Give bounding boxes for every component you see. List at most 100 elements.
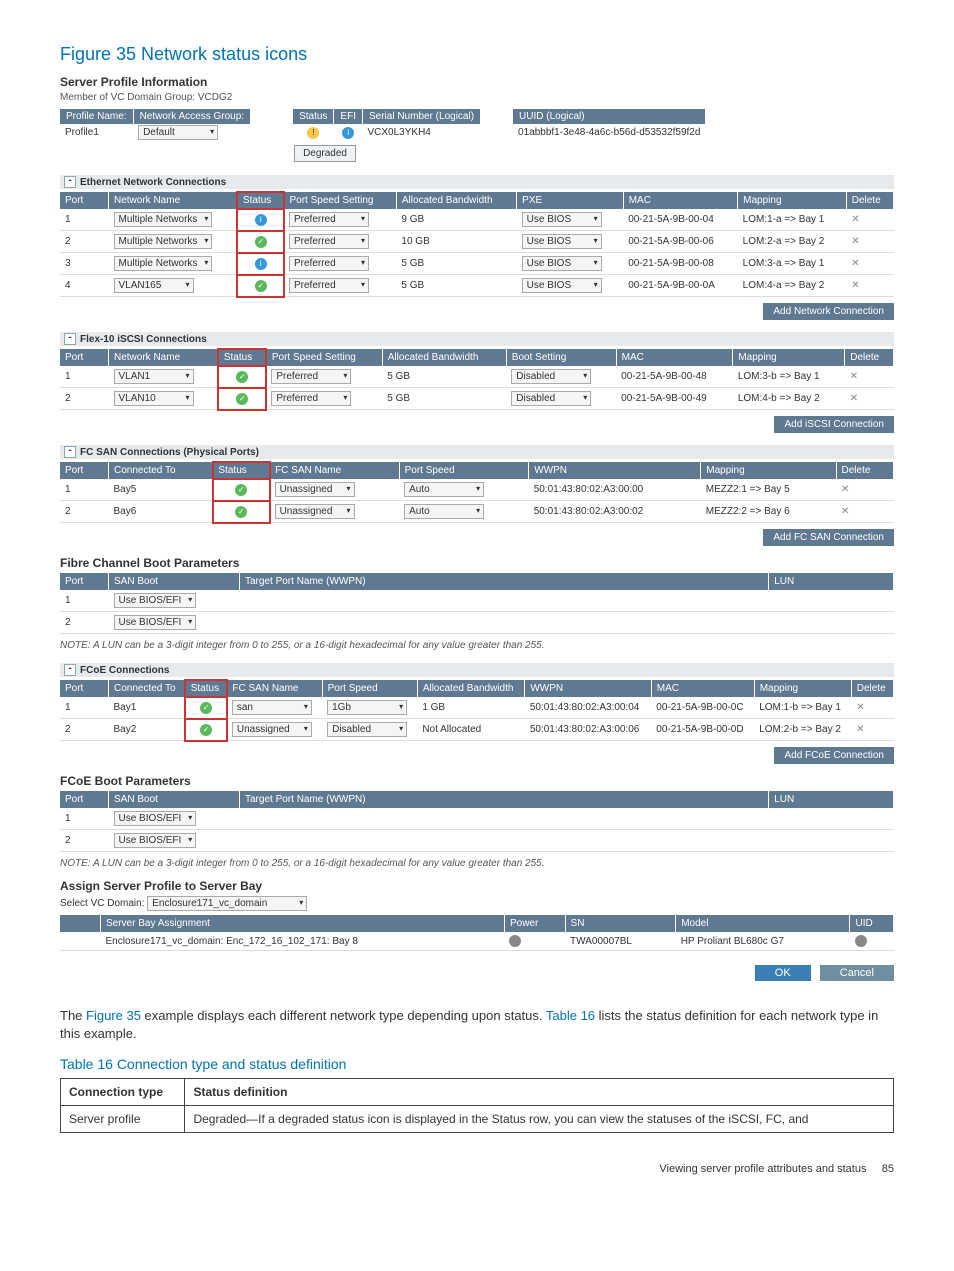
dropdown[interactable]: san (232, 700, 312, 715)
dropdown[interactable]: Multiple Networks (114, 234, 213, 249)
th-port: Port (60, 573, 109, 590)
dropdown[interactable]: Auto (404, 482, 484, 497)
delete-icon[interactable]: ✕ (846, 209, 893, 231)
figure-title: Figure 35 Network status icons (60, 44, 894, 65)
server-profile-info-heading: Server Profile Information (60, 75, 894, 89)
dropdown[interactable]: Preferred (289, 234, 369, 249)
th-port: Port (60, 791, 109, 808)
vc-domain-dropdown[interactable]: Enclosure171_vc_domain (147, 896, 307, 911)
dropdown[interactable]: VLAN1 (114, 369, 194, 384)
th-san: FC SAN Name (270, 462, 400, 479)
dropdown[interactable]: Preferred (271, 369, 351, 384)
dropdown[interactable]: Disabled (511, 369, 591, 384)
dropdown[interactable]: Disabled (511, 391, 591, 406)
add-fcsan-button[interactable]: Add FC SAN Connection (763, 529, 894, 546)
status-icon: ✓ (236, 393, 248, 405)
add-fcoe-button[interactable]: Add FCoE Connection (774, 747, 894, 764)
status-icon: ✓ (235, 484, 247, 496)
delete-icon[interactable]: ✕ (846, 253, 893, 275)
td-server-profile: Server profile (61, 1106, 185, 1133)
page-number: 85 (882, 1163, 894, 1175)
nag-dropdown[interactable]: Default (138, 125, 218, 140)
table-16: Connection type Status definition Server… (60, 1078, 894, 1133)
link-figure-35[interactable]: Figure 35 (86, 1008, 141, 1023)
dropdown[interactable]: Use BIOS (522, 278, 602, 293)
delete-icon[interactable]: ✕ (846, 231, 893, 253)
serial-value: VCX0L3YKH4 (362, 124, 480, 141)
add-network-button[interactable]: Add Network Connection (763, 303, 894, 320)
fcoeboot-heading: FCoE Boot Parameters (60, 774, 894, 788)
assign-table: Server Bay Assignment Power SN Model UID… (60, 915, 894, 951)
th-alloc: Allocated Bandwidth (396, 192, 516, 209)
delete-icon[interactable]: ✕ (845, 366, 894, 388)
cancel-button[interactable]: Cancel (820, 965, 894, 981)
iscsi-section-header[interactable]: - Flex-10 iSCSI Connections (60, 332, 894, 346)
dropdown[interactable]: Unassigned (232, 722, 312, 737)
th-connection-type: Connection type (61, 1079, 185, 1106)
status-icon: ✓ (255, 236, 267, 248)
th-mapping: Mapping (733, 349, 845, 366)
link-table-16[interactable]: Table 16 (546, 1008, 595, 1023)
fcoe-section-header[interactable]: - FCoE Connections (60, 663, 894, 677)
dropdown[interactable]: Preferred (271, 391, 351, 406)
dropdown[interactable]: Use BIOS/EFI (114, 593, 197, 608)
delete-icon[interactable]: ✕ (851, 697, 893, 719)
th-status: Status (213, 462, 270, 479)
status-icon: ✓ (200, 702, 212, 714)
delete-icon[interactable]: ✕ (836, 501, 893, 523)
dropdown[interactable]: Use BIOS (522, 256, 602, 271)
hdr-profile-name: Profile Name: (60, 109, 133, 124)
dropdown[interactable]: Preferred (289, 256, 369, 271)
th-mapping: Mapping (738, 192, 847, 209)
dropdown[interactable]: Preferred (289, 278, 369, 293)
table-row: 2 Use BIOS/EFI (60, 612, 894, 634)
dropdown[interactable]: Unassigned (275, 482, 355, 497)
ok-button[interactable]: OK (755, 965, 811, 981)
table-row: 1 VLAN1 ✓ Preferred 5 GB Disabled 00-21-… (60, 366, 894, 388)
dropdown[interactable]: Unassigned (275, 504, 355, 519)
table-row: 1 Use BIOS/EFI (60, 808, 894, 830)
dropdown[interactable]: Multiple Networks (114, 256, 213, 271)
add-iscsi-button[interactable]: Add iSCSI Connection (774, 416, 894, 433)
delete-icon[interactable]: ✕ (846, 275, 893, 297)
dropdown[interactable]: VLAN165 (114, 278, 194, 293)
th-status: Status (218, 349, 266, 366)
dropdown[interactable]: Use BIOS/EFI (114, 833, 197, 848)
th-status-definition: Status definition (185, 1079, 894, 1106)
fcsan-section-header[interactable]: - FC SAN Connections (Physical Ports) (60, 445, 894, 459)
ethernet-section-header[interactable]: - Ethernet Network Connections (60, 175, 894, 189)
th-sanboot: SAN Boot (109, 791, 240, 808)
dropdown[interactable]: VLAN10 (114, 391, 194, 406)
delete-icon[interactable]: ✕ (845, 388, 894, 410)
dropdown[interactable]: Multiple Networks (114, 212, 213, 227)
fcsan-table: Port Connected To Status FC SAN Name Por… (60, 462, 894, 523)
efi-info-icon: i (342, 127, 354, 139)
collapse-icon[interactable]: - (64, 176, 76, 188)
th-network: Network Name (109, 192, 238, 209)
th-conn: Connected To (109, 680, 186, 697)
dropdown[interactable]: Preferred (289, 212, 369, 227)
ethernet-section-label: Ethernet Network Connections (80, 177, 226, 188)
collapse-icon[interactable]: - (64, 333, 76, 345)
dropdown[interactable]: Use BIOS/EFI (114, 615, 197, 630)
status-warn-icon: ! (307, 127, 319, 139)
dropdown[interactable]: Use BIOS (522, 234, 602, 249)
table-row: 1 Multiple Networks i Preferred 9 GB Use… (60, 209, 894, 231)
dropdown[interactable]: Auto (404, 504, 484, 519)
collapse-icon[interactable]: - (64, 446, 76, 458)
collapse-icon[interactable]: - (64, 664, 76, 676)
th-pss: Port Speed Setting (284, 192, 396, 209)
iscsi-section-label: Flex-10 iSCSI Connections (80, 334, 207, 345)
th-uid: UID (850, 915, 894, 932)
dropdown[interactable]: 1Gb (327, 700, 407, 715)
dropdown[interactable]: Use BIOS (522, 212, 602, 227)
delete-icon[interactable]: ✕ (836, 479, 893, 501)
select-vc-label: Select VC Domain: (60, 898, 144, 909)
table-row: 2 Bay6 ✓ Unassigned Auto 50:01:43:80:02:… (60, 501, 894, 523)
delete-icon[interactable]: ✕ (851, 719, 893, 741)
dropdown[interactable]: Use BIOS/EFI (114, 811, 197, 826)
dropdown[interactable]: Disabled (327, 722, 407, 737)
th-delete: Delete (836, 462, 893, 479)
hdr-serial: Serial Number (Logical) (362, 109, 480, 124)
ethernet-table: Port Network Name Status Port Speed Sett… (60, 192, 894, 297)
